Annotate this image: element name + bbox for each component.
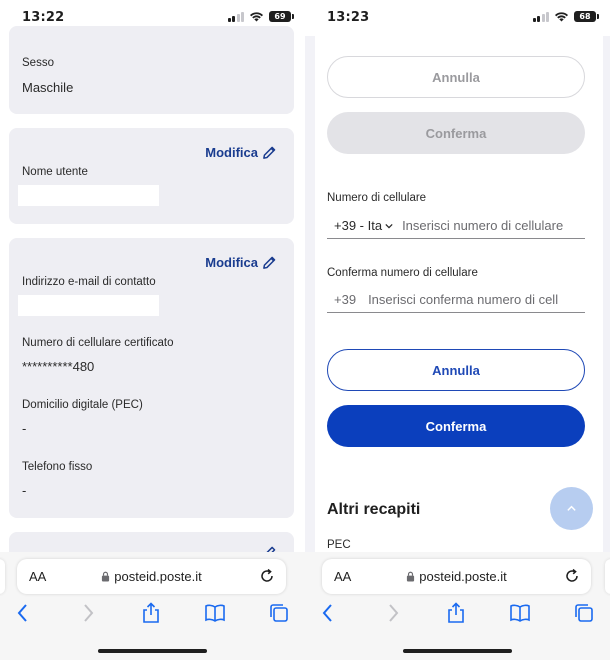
sesso-value: Maschile: [22, 80, 74, 95]
wifi-icon: [249, 12, 264, 22]
right-phone-screen: 13:23 68 Annulla Conferma Numero di cell…: [305, 0, 610, 660]
back-button[interactable]: [12, 602, 34, 624]
url-text: posteid.poste.it: [114, 569, 202, 584]
cellulare-value: **********480: [22, 359, 95, 374]
home-indicator: [403, 649, 512, 653]
forward-button[interactable]: [77, 602, 99, 624]
cellulare-label: Numero di cellulare certificato: [22, 337, 174, 349]
profile-content: Sesso Maschile Modifica Nome utente Modi…: [0, 26, 305, 572]
conferma-numero-field: +39: [327, 287, 585, 313]
back-icon: [17, 604, 27, 622]
battery-icon: 69: [269, 11, 294, 22]
conferma-button[interactable]: Conferma: [327, 405, 585, 447]
numero-cellulare-field: +39 - Ita: [327, 213, 585, 239]
previous-tab-edge[interactable]: [0, 559, 5, 594]
tabs-button[interactable]: [573, 602, 595, 624]
bookmarks-button[interactable]: [204, 602, 226, 624]
conferma-prefix: +39: [334, 292, 357, 307]
contatti-card: Modifica Indirizzo e-mail di contatto Nu…: [9, 238, 294, 518]
status-time: 13:22: [22, 10, 65, 25]
modifica-contatti-button[interactable]: Modifica: [205, 255, 277, 270]
bookmarks-icon: [510, 604, 530, 622]
share-button[interactable]: [445, 602, 467, 624]
scroll-to-top-button[interactable]: [550, 487, 593, 530]
tabs-icon: [575, 604, 593, 622]
annulla-button[interactable]: Annulla: [327, 349, 585, 391]
telefono-value: -: [22, 483, 27, 498]
cellulare-form: Annulla Conferma Numero di cellulare +39…: [315, 36, 603, 552]
forward-icon: [389, 604, 399, 622]
pec-value: -: [22, 421, 27, 436]
address-bar[interactable]: AA posteid.poste.it: [17, 559, 286, 594]
signal-icon: [227, 11, 244, 22]
telefono-label: Telefono fisso: [22, 461, 93, 473]
nome-utente-card: Modifica Nome utente: [9, 128, 294, 224]
next-tab-edge[interactable]: [605, 559, 610, 594]
reload-icon[interactable]: [259, 568, 275, 584]
home-indicator: [98, 649, 207, 653]
browser-bar: AA posteid.poste.it: [0, 552, 305, 660]
annulla-disabled-button[interactable]: Annulla: [327, 56, 585, 98]
email-value-field: [18, 295, 159, 316]
url-display[interactable]: posteid.poste.it: [322, 569, 591, 584]
modifica-label: Modifica: [205, 255, 258, 270]
modifica-label: Modifica: [205, 145, 258, 160]
back-button[interactable]: [317, 602, 339, 624]
url-display[interactable]: posteid.poste.it: [17, 569, 286, 584]
wifi-icon: [554, 12, 569, 22]
sesso-card: Sesso Maschile: [9, 26, 294, 114]
status-icons: 69: [227, 11, 294, 22]
address-bar[interactable]: AA posteid.poste.it: [322, 559, 591, 594]
chevron-up-icon: [567, 505, 576, 511]
url-text: posteid.poste.it: [419, 569, 507, 584]
sesso-label: Sesso: [22, 57, 54, 69]
left-phone-screen: 13:22 69 Sesso Maschile Modifica Nome ut…: [0, 0, 305, 660]
lock-icon: [407, 571, 415, 582]
status-bar: 13:23 68: [305, 0, 610, 36]
back-icon: [322, 604, 332, 622]
lock-icon: [102, 571, 110, 582]
share-button[interactable]: [140, 602, 162, 624]
pencil-icon: [263, 256, 276, 269]
bookmarks-button[interactable]: [509, 602, 531, 624]
tabs-button[interactable]: [268, 602, 290, 624]
pencil-icon: [263, 146, 276, 159]
modifica-nome-utente-button[interactable]: Modifica: [205, 145, 277, 160]
nome-utente-label: Nome utente: [22, 166, 88, 178]
conferma-numero-label: Conferma numero di cellulare: [327, 267, 478, 279]
numero-cellulare-input[interactable]: [402, 218, 585, 233]
share-icon: [448, 602, 464, 623]
numero-cellulare-label: Numero di cellulare: [327, 192, 427, 204]
bookmarks-icon: [205, 604, 225, 622]
browser-bar: AA posteid.poste.it: [305, 552, 610, 660]
nome-utente-value-field: [18, 185, 159, 206]
browser-toolbar: [305, 602, 610, 628]
conferma-disabled-button[interactable]: Conferma: [327, 112, 585, 154]
battery-icon: 68: [574, 11, 599, 22]
tabs-icon: [270, 604, 288, 622]
chevron-down-icon: [385, 223, 393, 228]
pec-label: Domicilio digitale (PEC): [22, 399, 143, 411]
share-icon: [143, 602, 159, 623]
status-icons: 68: [532, 11, 599, 22]
email-label: Indirizzo e-mail di contatto: [22, 276, 156, 288]
conferma-numero-input[interactable]: [368, 292, 559, 307]
altri-recapiti-heading: Altri recapiti: [327, 501, 421, 518]
status-time: 13:23: [327, 10, 370, 25]
forward-button[interactable]: [382, 602, 404, 624]
signal-icon: [532, 11, 549, 22]
forward-icon: [84, 604, 94, 622]
country-prefix-value: +39 - Ita: [334, 218, 383, 233]
browser-toolbar: [0, 602, 305, 628]
reload-icon[interactable]: [564, 568, 580, 584]
country-prefix-select[interactable]: +39 - Ita: [327, 218, 393, 233]
pec-label: PEC: [327, 539, 351, 551]
